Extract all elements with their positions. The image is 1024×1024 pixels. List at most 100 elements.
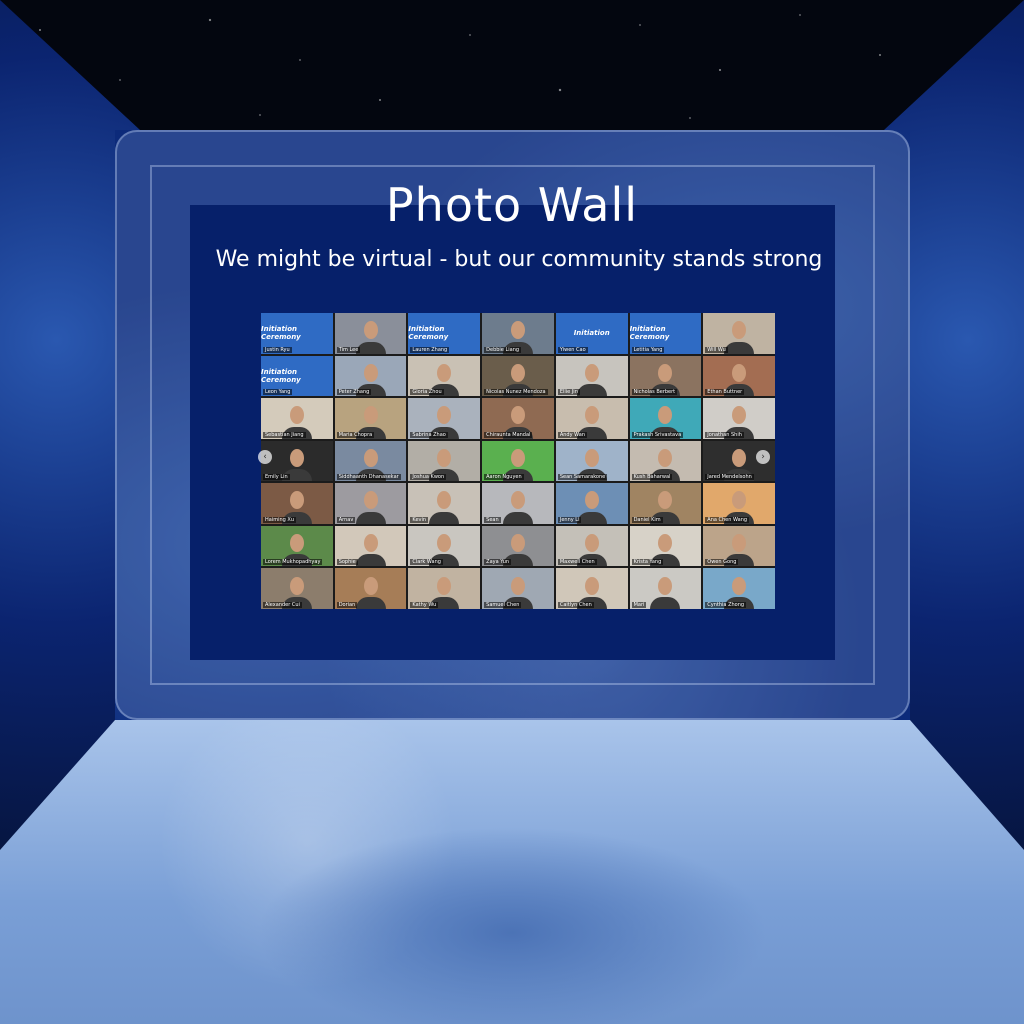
participant-face	[658, 406, 673, 425]
video-tile[interactable]: Initiation Ceremony Lauren Zhang	[408, 313, 481, 354]
participant-face	[658, 533, 673, 552]
participant-name: Ellie Jin	[557, 389, 580, 396]
participant-face	[437, 406, 452, 425]
participant-face	[363, 448, 378, 467]
participant-face	[437, 533, 452, 552]
participant-name: Alexander Cui	[263, 602, 302, 608]
participant-name: Emily Lin	[263, 474, 290, 481]
participant-name: Lauren Zhang	[410, 346, 450, 353]
participant-face	[584, 491, 599, 510]
video-tile[interactable]: Emily Lin	[261, 440, 333, 482]
video-tile[interactable]: Gloria Zhou	[408, 355, 481, 397]
video-tile[interactable]: Kathy Wu	[408, 568, 481, 609]
video-tile[interactable]: Maria Chopra	[334, 398, 407, 439]
video-tile[interactable]: Ellie Jin	[555, 355, 628, 397]
participant-face	[289, 448, 304, 467]
participant-name: Letitia Yang	[631, 346, 665, 353]
participant-face	[658, 448, 673, 467]
participant-name: Kathy Wu	[410, 602, 439, 608]
participant-face	[510, 321, 525, 340]
participant-name: Sean Samarakone	[557, 474, 608, 481]
page-title: Photo Wall	[385, 178, 639, 232]
participant-face	[658, 363, 673, 382]
participant-face	[363, 321, 378, 340]
participant-face	[437, 363, 452, 382]
participant-name: Debbie Liang	[484, 346, 522, 353]
video-tile[interactable]: Joshua Kwon	[408, 440, 481, 482]
participant-name: Andy Wan	[557, 431, 588, 438]
video-tile[interactable]: Haiming Xu	[261, 483, 333, 524]
participant-face	[732, 491, 747, 510]
video-tile[interactable]: Jenny Li	[555, 483, 628, 524]
chevron-right-icon[interactable]: ›	[756, 450, 770, 464]
video-tile[interactable]: Clark Wang	[408, 525, 481, 567]
participant-name: Sean	[484, 516, 501, 523]
video-tile[interactable]: Ana Chen Wang	[703, 483, 775, 524]
participant-face	[510, 406, 525, 425]
participant-name: Jared Mendelsohn	[705, 474, 754, 481]
video-tile[interactable]: Peter Zhang	[334, 355, 407, 397]
video-tile[interactable]: Debbie Liang	[482, 313, 554, 354]
participant-face	[510, 533, 525, 552]
video-tile[interactable]: Kevin	[408, 483, 481, 524]
participant-name: Haiming Xu	[263, 516, 296, 523]
participant-name: Justin Ryu	[263, 346, 292, 353]
video-tile[interactable]: Krista Yang	[629, 525, 702, 567]
photo-grid[interactable]: Initiation Ceremony Justin Ryu Tim Lee Init…	[261, 313, 775, 609]
participant-body	[650, 597, 681, 609]
video-tile[interactable]: Sebastian Jiang	[261, 398, 333, 439]
video-tile[interactable]: Alexander Cui	[261, 568, 333, 609]
video-tile[interactable]: Siddhaanth Dhanasekar	[334, 440, 407, 482]
video-tile[interactable]: Sean Samarakone	[555, 440, 628, 482]
video-tile[interactable]: Sabrina Zhao	[408, 398, 481, 439]
participant-face	[732, 448, 747, 467]
video-tile[interactable]: Chiraunta Mandal	[482, 398, 554, 439]
participant-face	[584, 448, 599, 467]
participant-face	[732, 363, 747, 382]
participant-name: Prakash Srivastava	[631, 431, 684, 438]
video-tile[interactable]: Zaya Yun	[482, 525, 554, 567]
participant-face	[363, 491, 378, 510]
video-tile[interactable]: Will Wu	[703, 313, 775, 354]
chevron-left-icon[interactable]: ‹	[258, 450, 272, 464]
video-tile[interactable]: Aaron Nguyen	[482, 440, 554, 482]
participant-name: Tim Lee	[336, 346, 361, 353]
video-tile[interactable]: Mari	[629, 568, 702, 609]
participant-name: Nicolas Nunez Mendoza	[484, 389, 548, 396]
participant-name: Owen Gong	[705, 559, 739, 566]
video-tile[interactable]: Andy Wan	[555, 398, 628, 439]
participant-name: Maria Chopra	[336, 431, 375, 438]
video-tile[interactable]: Samuel Chen	[482, 568, 554, 609]
video-tile[interactable]: Ethan Buttner	[703, 355, 775, 397]
video-tile[interactable]: Maxwell Chen	[555, 525, 628, 567]
participant-face	[363, 533, 378, 552]
participant-face	[732, 533, 747, 552]
participant-face	[584, 576, 599, 595]
participant-name: Lorem Mukhopadhyay	[263, 559, 323, 566]
video-tile[interactable]: Arnav	[334, 483, 407, 524]
participant-name: Clark Wang	[410, 559, 443, 566]
participant-name: Daniel Kim	[631, 516, 663, 523]
video-tile[interactable]: Nicolas Nunez Mendoza	[482, 355, 554, 397]
participant-name: Mari	[631, 602, 647, 608]
video-tile[interactable]: Tim Lee	[334, 313, 407, 354]
video-tile[interactable]: Daniel Kim	[629, 483, 702, 524]
video-tile[interactable]: Dorian	[334, 568, 407, 609]
video-tile[interactable]: Lorem Mukhopadhyay	[261, 525, 333, 567]
video-tile[interactable]: Owen Gong	[703, 525, 775, 567]
video-tile[interactable]: Sean	[482, 483, 554, 524]
video-tile[interactable]: Caitlyn Chen	[555, 568, 628, 609]
video-tile[interactable]: Nicholas Berbert	[629, 355, 702, 397]
participant-body	[576, 384, 607, 397]
video-tile[interactable]: Initiation Yiwen Cao	[555, 313, 628, 354]
video-tile[interactable]: Sophie	[334, 525, 407, 567]
video-tile[interactable]: Initiation Ceremony Letitia Yang	[629, 313, 702, 354]
video-tile[interactable]: Initiation Ceremony Justin Ryu	[261, 313, 333, 354]
participant-name: Sophie	[336, 559, 358, 566]
video-tile[interactable]: Cynthia Zhong	[703, 568, 775, 609]
participant-name: Siddhaanth Dhanasekar	[336, 474, 401, 481]
video-tile[interactable]: Initiation Ceremony Leon Yang	[261, 355, 333, 397]
video-tile[interactable]: Kush Baharwal	[629, 440, 702, 482]
video-tile[interactable]: Prakash Srivastava	[629, 398, 702, 439]
video-tile[interactable]: Jonathan Shih	[703, 398, 775, 439]
